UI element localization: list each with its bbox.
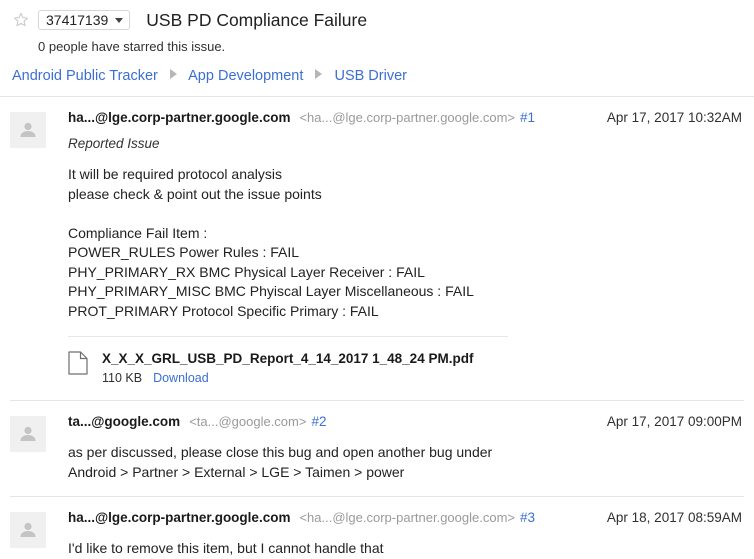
attachment-item[interactable]: X_X_X_GRL_USB_PD_Report_4_14_2017 1_48_2…: [68, 350, 508, 386]
issue-header: 37417139 USB PD Compliance Failure 0 peo…: [0, 0, 754, 97]
comment-permalink[interactable]: #1: [520, 110, 535, 125]
issue-id-value: 37417139: [46, 10, 108, 30]
avatar: [10, 416, 46, 452]
comment-author-email: <ha...@lge.corp-partner.google.com>: [299, 110, 515, 125]
attachment-section: X_X_X_GRL_USB_PD_Report_4_14_2017 1_48_2…: [68, 336, 508, 386]
comment-author: ta...@google.com: [68, 414, 180, 429]
comment-text: It will be required protocol analysis pl…: [68, 165, 744, 321]
document-file-icon: [68, 351, 88, 375]
attachment-download-link[interactable]: Download: [153, 371, 209, 385]
comment-3: ha...@lge.corp-partner.google.com <ha...…: [0, 497, 754, 559]
breadcrumb-app-development[interactable]: App Development: [188, 68, 303, 84]
breadcrumb-separator-icon: [170, 69, 177, 79]
person-icon: [10, 512, 46, 548]
breadcrumb-separator-icon: [315, 69, 322, 79]
comment-header: ha...@lge.corp-partner.google.com <ha...…: [68, 110, 744, 125]
chevron-down-icon: [115, 18, 123, 23]
comment-timestamp: Apr 18, 2017 08:59AM: [607, 510, 744, 525]
attachment-file-size: 110 KB: [102, 371, 142, 385]
comment-timestamp: Apr 17, 2017 10:32AM: [607, 110, 744, 125]
comment-header: ha...@lge.corp-partner.google.com <ha...…: [68, 510, 744, 525]
avatar: [10, 512, 46, 548]
comment-author-email: <ta...@google.com>: [189, 414, 306, 429]
comment-author-email: <ha...@lge.corp-partner.google.com>: [299, 510, 515, 525]
breadcrumb: Android Public Tracker App Development U…: [0, 55, 754, 85]
starred-count-text: 0 people have starred this issue.: [0, 33, 754, 55]
comment-permalink[interactable]: #3: [520, 510, 535, 525]
breadcrumb-android-public-tracker[interactable]: Android Public Tracker: [12, 68, 158, 84]
page-title: USB PD Compliance Failure: [146, 9, 367, 31]
comment-status-label: Reported Issue: [68, 136, 744, 151]
issue-id-dropdown[interactable]: 37417139: [38, 10, 130, 30]
person-icon: [10, 112, 46, 148]
comment-header: ta...@google.com <ta...@google.com> #2 A…: [68, 414, 744, 429]
person-icon: [10, 416, 46, 452]
comment-text: as per discussed, please close this bug …: [68, 443, 744, 482]
breadcrumb-usb-driver[interactable]: USB Driver: [334, 68, 407, 84]
comment-1: ha...@lge.corp-partner.google.com <ha...…: [0, 97, 754, 400]
attachment-file-name[interactable]: X_X_X_GRL_USB_PD_Report_4_14_2017 1_48_2…: [102, 350, 473, 367]
avatar: [10, 112, 46, 148]
comment-timestamp: Apr 17, 2017 09:00PM: [607, 414, 744, 429]
title-row: 37417139 USB PD Compliance Failure: [0, 0, 754, 33]
comment-author: ha...@lge.corp-partner.google.com: [68, 110, 290, 125]
comment-permalink[interactable]: #2: [311, 414, 326, 429]
comment-2: ta...@google.com <ta...@google.com> #2 A…: [0, 401, 754, 496]
star-outline-icon[interactable]: [12, 11, 30, 29]
attachment-meta-row: 110 KB Download: [102, 370, 473, 386]
comment-author: ha...@lge.corp-partner.google.com: [68, 510, 290, 525]
